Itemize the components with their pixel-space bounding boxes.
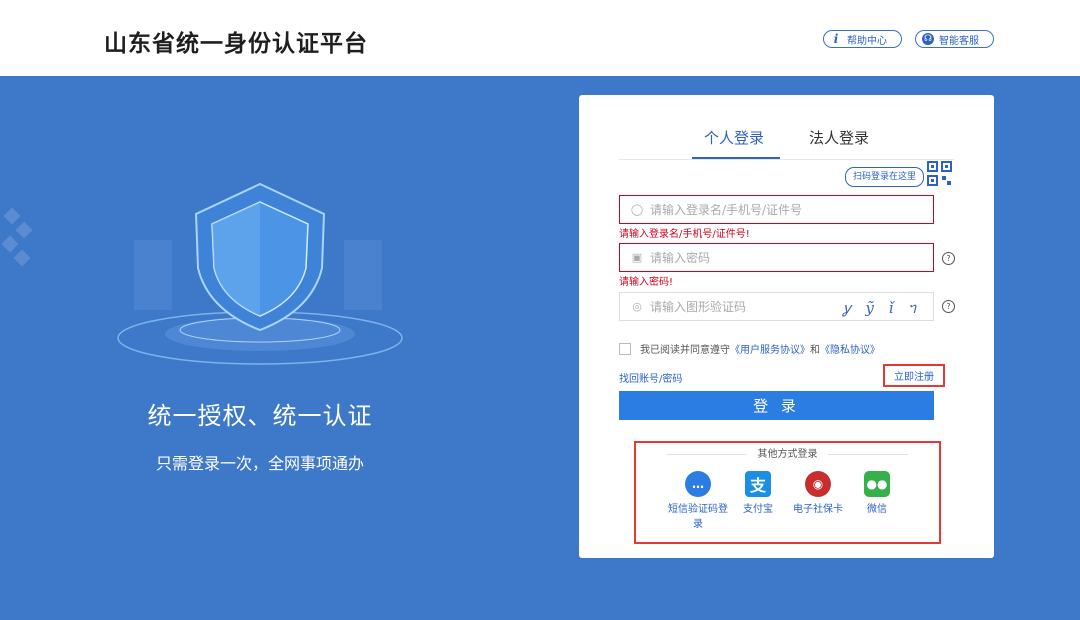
headset-icon: ☊: [922, 33, 934, 45]
divider: [828, 454, 908, 455]
shield-icon: [117, 182, 403, 365]
agreement-row: 我已阅读并同意遵守 《用户服务协议》 和 《隐私协议》: [619, 341, 880, 356]
sms-login-label: 短信验证码登录: [668, 504, 728, 530]
wechat-label: 微信: [867, 504, 887, 515]
agreement-and: 和: [810, 345, 820, 356]
login-button[interactable]: 登 录: [619, 391, 934, 420]
user-icon: ◯: [630, 203, 644, 216]
username-input[interactable]: ◯ 请输入登录名/手机号/证件号: [619, 195, 934, 224]
captcha-image[interactable]: ỿ ỹ ǐ ᥐ: [843, 298, 921, 318]
sms-login-option[interactable]: … 短信验证码登录: [668, 471, 728, 530]
captcha-input[interactable]: ◎ 请输入图形验证码 ỿ ỹ ǐ ᥐ: [619, 292, 934, 321]
user-service-agreement-link[interactable]: 《用户服务协议》: [730, 341, 810, 356]
captcha-help-icon[interactable]: ?: [942, 300, 955, 313]
shield-illustration: [112, 170, 412, 380]
password-input[interactable]: ▣ 请输入密码: [619, 243, 934, 272]
username-error: 请输入登录名/手机号/证件号!: [619, 229, 750, 240]
username-placeholder: 请输入登录名/手机号/证件号: [650, 203, 803, 217]
login-tabs: 个人登录 法人登录: [619, 115, 954, 160]
slogan-sub: 只需登录一次，全网事项通办: [155, 454, 364, 473]
tab-personal-login[interactable]: 个人登录: [704, 127, 764, 148]
site-title: 山东省统一身份认证平台: [104, 31, 368, 57]
wechat-login-option[interactable]: ●● 微信: [847, 471, 907, 515]
privacy-agreement-link[interactable]: 《隐私协议》: [820, 341, 880, 356]
sms-icon: …: [685, 471, 711, 497]
social-card-icon: ◉: [805, 471, 831, 497]
agreement-checkbox[interactable]: [619, 342, 631, 355]
agreement-prefix: 我已阅读并同意遵守: [640, 345, 730, 356]
qr-login-hint: 扫码登录在这里: [845, 167, 925, 187]
password-help-icon[interactable]: ?: [942, 252, 955, 265]
register-link[interactable]: 立即注册: [883, 364, 945, 387]
info-icon: i: [833, 32, 839, 46]
tab-legal-login[interactable]: 法人登录: [809, 127, 869, 148]
site-header: 山东省统一身份认证平台 i 帮助中心 ☊ 智能客服: [0, 0, 1080, 76]
qr-code-icon[interactable]: [927, 161, 953, 187]
password-placeholder: 请输入密码: [650, 251, 711, 265]
alipay-icon: 支: [745, 471, 771, 497]
alipay-label: 支付宝: [743, 504, 773, 515]
password-error: 请输入密码!: [619, 277, 674, 288]
smart-service-button[interactable]: ☊ 智能客服: [915, 30, 994, 48]
alipay-login-option[interactable]: 支 支付宝: [728, 471, 788, 515]
other-methods-title: 其他方式登录: [757, 449, 818, 460]
forgot-account-link[interactable]: 找回账号/密码: [619, 370, 682, 385]
other-login-methods: 其他方式登录 … 短信验证码登录 支 支付宝 ◉ 电子社保卡 ●● 微信: [634, 441, 941, 544]
login-panel: 个人登录 法人登录 扫码登录在这里 ◯ 请输入登录名/手机号/证件号 请输入登录…: [579, 95, 994, 558]
active-tab-indicator: [692, 157, 780, 159]
shield-check-icon: ◎: [632, 300, 642, 313]
help-center-button[interactable]: i 帮助中心: [823, 30, 902, 48]
slogan-main: 统一授权、统一认证: [147, 402, 373, 430]
captcha-placeholder: 请输入图形验证码: [650, 300, 747, 314]
social-card-login-option[interactable]: ◉ 电子社保卡: [788, 471, 848, 515]
wechat-icon: ●●: [864, 471, 890, 497]
decorative-tiles: [0, 200, 40, 290]
help-center-label: 帮助中心: [847, 35, 887, 47]
social-card-label: 电子社保卡: [793, 504, 843, 515]
lock-icon: ▣: [631, 251, 643, 264]
smart-service-label: 智能客服: [939, 35, 979, 47]
